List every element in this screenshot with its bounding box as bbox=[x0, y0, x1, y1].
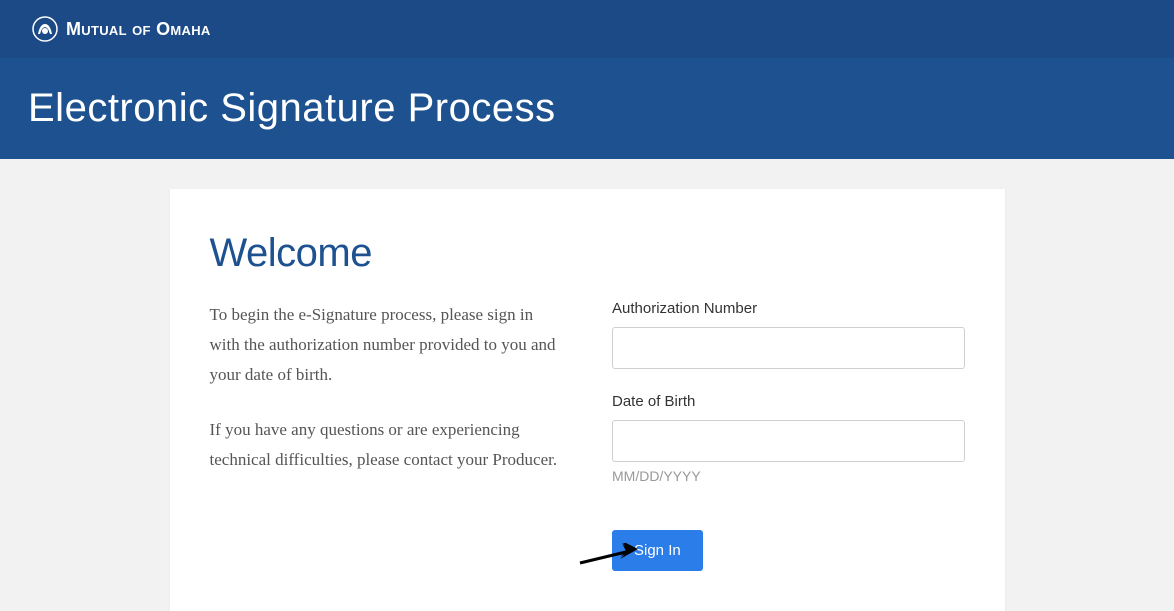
content-area: Welcome To begin the e-Signature process… bbox=[0, 159, 1174, 611]
brand-logo: Mutual of Omaha bbox=[32, 16, 211, 42]
dob-input[interactable] bbox=[612, 420, 965, 462]
auth-number-label: Authorization Number bbox=[612, 300, 965, 317]
brand-logo-icon bbox=[32, 16, 58, 42]
dob-group: Date of Birth MM/DD/YYYY bbox=[612, 393, 965, 484]
signin-card: Welcome To begin the e-Signature process… bbox=[170, 189, 1005, 611]
intro-column: To begin the e-Signature process, please… bbox=[210, 300, 573, 571]
hero-banner: Electronic Signature Process bbox=[0, 58, 1174, 159]
form-column: Authorization Number Date of Birth MM/DD… bbox=[612, 300, 965, 571]
dob-hint: MM/DD/YYYY bbox=[612, 468, 965, 484]
welcome-heading: Welcome bbox=[210, 231, 965, 276]
dob-label: Date of Birth bbox=[612, 393, 965, 410]
auth-number-group: Authorization Number bbox=[612, 300, 965, 369]
auth-number-input[interactable] bbox=[612, 327, 965, 369]
topbar: Mutual of Omaha bbox=[0, 0, 1174, 58]
page-title: Electronic Signature Process bbox=[28, 86, 556, 131]
intro-paragraph-2: If you have any questions or are experie… bbox=[210, 415, 563, 475]
signin-button[interactable]: Sign In bbox=[612, 530, 703, 571]
brand-logo-text: Mutual of Omaha bbox=[66, 19, 211, 40]
intro-paragraph-1: To begin the e-Signature process, please… bbox=[210, 300, 563, 389]
